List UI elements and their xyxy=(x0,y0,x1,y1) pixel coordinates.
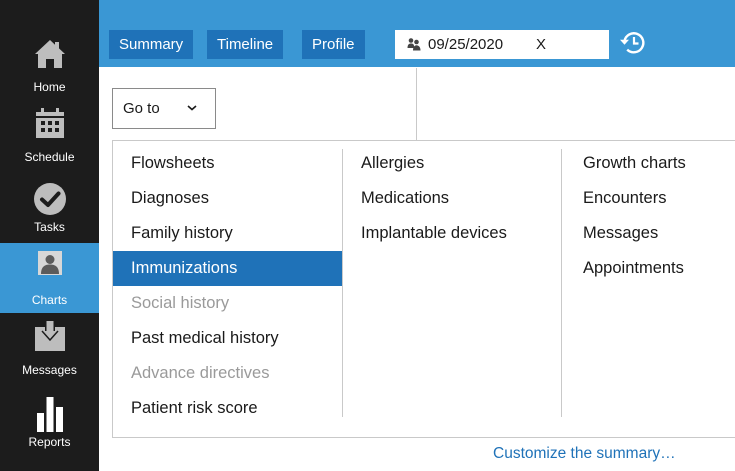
people-icon xyxy=(407,38,421,51)
nav-item-home[interactable]: Home xyxy=(0,30,99,100)
nav-item-label: Charts xyxy=(31,293,68,307)
nav-item-label: Messages xyxy=(22,363,77,377)
clear-date-button[interactable]: X xyxy=(536,30,546,59)
home-icon xyxy=(34,40,65,68)
inbox-download-icon xyxy=(34,321,65,351)
menu-item-patient-risk-score[interactable]: Patient risk score xyxy=(113,391,342,426)
customize-summary-link[interactable]: Customize the summary… xyxy=(493,445,676,463)
nav-item-label: Tasks xyxy=(34,220,65,234)
menu-item-implantable-devices[interactable]: Implantable devices xyxy=(343,216,561,251)
menu-item-growth-charts[interactable]: Growth charts xyxy=(565,146,735,181)
nav-item-label: Home xyxy=(33,80,66,94)
header-divider xyxy=(416,68,417,140)
menu-item-flowsheets[interactable]: Flowsheets xyxy=(113,146,342,181)
person-icon xyxy=(37,251,62,275)
nav-item-schedule[interactable]: Schedule xyxy=(0,100,99,170)
menu-item-encounters[interactable]: Encounters xyxy=(565,181,735,216)
column-divider xyxy=(561,149,562,417)
menu-item-advance-directives: Advance directives xyxy=(131,364,270,382)
nav-item-label: Schedule xyxy=(24,150,75,164)
go-to-dropdown[interactable]: Go to xyxy=(112,88,216,129)
menu-item-past-medical-history[interactable]: Past medical history xyxy=(113,321,342,356)
menu-item-immunizations[interactable]: Immunizations xyxy=(113,251,342,286)
menu-item-social-history: Social history xyxy=(131,294,230,312)
go-to-menu-panel: Flowsheets Diagnoses Family history Immu… xyxy=(112,140,735,438)
tab-summary[interactable]: Summary xyxy=(109,30,194,59)
menu-item-allergies[interactable]: Allergies xyxy=(343,146,561,181)
date-filter-value: 09/25/2020 xyxy=(428,36,504,53)
history-clock-icon[interactable] xyxy=(618,30,648,56)
menu-item-medications[interactable]: Medications xyxy=(343,181,561,216)
menu-item-messages[interactable]: Messages xyxy=(565,216,735,251)
menu-item-appointments[interactable]: Appointments xyxy=(565,251,735,286)
nav-item-tasks[interactable]: Tasks xyxy=(0,170,99,240)
top-toolbar: Summary Timeline Profile 09/25/2020 X xyxy=(99,0,735,67)
date-filter-field[interactable]: 09/25/2020 X xyxy=(395,30,609,59)
left-nav-rail: Home Schedule Tasks Charts Messages Repo… xyxy=(0,0,99,471)
calendar-icon xyxy=(35,108,64,138)
nav-item-messages[interactable]: Messages xyxy=(0,313,99,383)
tab-profile[interactable]: Profile xyxy=(302,30,365,59)
bar-chart-icon xyxy=(36,397,63,432)
menu-item-diagnoses[interactable]: Diagnoses xyxy=(113,181,342,216)
go-to-label: Go to xyxy=(123,100,160,117)
menu-item-family-history[interactable]: Family history xyxy=(113,216,342,251)
nav-item-reports[interactable]: Reports xyxy=(0,385,99,455)
tab-timeline[interactable]: Timeline xyxy=(207,30,284,59)
nav-item-label: Reports xyxy=(28,435,71,449)
nav-item-charts[interactable]: Charts xyxy=(0,243,99,313)
checkmark-icon xyxy=(33,183,66,215)
chevron-down-icon xyxy=(187,105,197,111)
